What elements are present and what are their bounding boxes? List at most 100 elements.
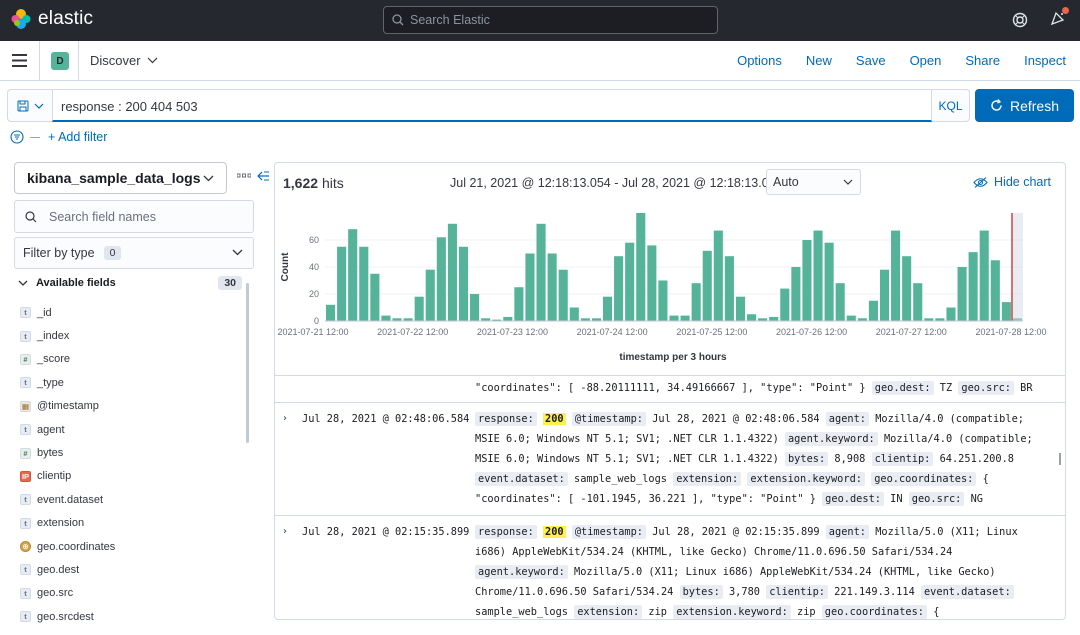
histogram-bar[interactable] [636,213,645,321]
expand-row-icon[interactable]: › [283,526,287,537]
histogram-bar[interactable] [514,287,523,321]
histogram-bar[interactable] [714,231,723,321]
histogram-bar[interactable] [614,256,623,321]
field-item[interactable]: tgeo.srcdest [20,605,240,628]
histogram-bar[interactable] [991,260,1000,321]
histogram-bar[interactable] [459,247,468,321]
histogram-bar[interactable] [337,247,346,321]
menu-icon[interactable] [12,54,27,67]
field-item[interactable]: #_score [20,348,240,371]
histogram-bar[interactable] [692,283,701,321]
new-link[interactable]: New [806,53,832,68]
global-header: elastic Search Elastic [0,0,1080,41]
open-link[interactable]: Open [910,53,942,68]
histogram-bar[interactable] [836,283,845,321]
options-link[interactable]: Options [737,53,782,68]
breadcrumb[interactable]: Discover [90,53,158,68]
elastic-logo[interactable]: elastic [10,8,93,30]
histogram-bar[interactable] [658,281,667,322]
field-item[interactable]: t_index [20,324,240,347]
histogram-bar[interactable] [570,308,579,322]
histogram-bar[interactable] [470,294,479,321]
inspect-link[interactable]: Inspect [1024,53,1066,68]
hide-chart-button[interactable]: Hide chart [973,175,1051,189]
share-link[interactable]: Share [965,53,1000,68]
histogram-chart[interactable]: 02040602021-07-21 12:002021-07-22 12:002… [275,201,1066,371]
histogram-bar[interactable] [847,316,856,321]
histogram-bar[interactable] [969,252,978,321]
histogram-bar[interactable] [891,231,900,321]
save-link[interactable]: Save [856,53,886,68]
histogram-bar[interactable] [415,297,424,321]
field-item[interactable]: #bytes [20,441,240,464]
histogram-bar[interactable] [958,267,967,321]
histogram-bar[interactable] [525,254,534,322]
histogram-bar[interactable] [603,297,612,321]
histogram-bar[interactable] [537,224,546,321]
histogram-bar[interactable] [348,229,357,321]
histogram-bar[interactable] [448,224,457,321]
histogram-bar[interactable] [791,267,800,321]
more-options-icon[interactable] [237,173,251,179]
available-fields-toggle[interactable]: Available fields 30 [18,277,242,289]
histogram-bar[interactable] [359,247,368,321]
filter-options-icon[interactable] [10,130,24,144]
histogram-bar[interactable] [681,316,690,321]
histogram-bar[interactable] [647,245,656,321]
histogram-bar[interactable] [326,305,335,321]
histogram-bar[interactable] [780,289,789,321]
collapse-sidebar-icon[interactable] [257,171,269,181]
histogram-bar[interactable] [381,316,390,321]
saved-query-button[interactable] [7,89,52,122]
interval-select[interactable]: Auto [766,169,861,195]
field-item[interactable]: tgeo.src [20,582,240,605]
histogram-bar[interactable] [703,251,712,321]
field-item[interactable]: ▦@timestamp [20,395,240,418]
news-feed-button[interactable] [1050,10,1066,29]
histogram-bar[interactable] [625,243,634,321]
expand-row-icon[interactable]: › [283,413,287,424]
histogram-bar[interactable] [370,274,379,321]
field-item[interactable]: tagent [20,418,240,441]
index-pattern-select[interactable]: kibana_sample_data_logs [14,162,227,194]
histogram-bar[interactable] [802,240,811,321]
field-name: clientip [37,470,71,482]
filter-by-type-dropdown[interactable]: Filter by type 0 [14,237,254,269]
field-item[interactable]: t_type [20,371,240,394]
histogram-bar[interactable] [548,254,557,322]
sidebar-scrollbar[interactable] [246,283,249,443]
field-search-input[interactable]: Search field names [14,200,254,233]
histogram-bar[interactable] [913,283,922,321]
query-input[interactable]: response : 200 404 503 [52,89,932,122]
histogram-bar[interactable] [769,317,778,321]
histogram-bar[interactable] [1002,302,1011,321]
field-item[interactable]: ⊕geo.coordinates [20,535,240,558]
histogram-bar[interactable] [880,270,889,321]
histogram-bar[interactable] [902,256,911,321]
field-item[interactable]: tevent.dataset [20,488,240,511]
histogram-bar[interactable] [426,270,435,321]
results-scrollbar[interactable] [1059,453,1061,465]
help-icon[interactable] [1012,12,1028,28]
histogram-bar[interactable] [669,316,678,321]
histogram-bar[interactable] [869,301,878,321]
histogram-bar[interactable] [946,308,955,322]
field-item[interactable]: IPclientip [20,465,240,488]
histogram-bar[interactable] [813,231,822,321]
histogram-bar[interactable] [747,314,756,321]
histogram-bar[interactable] [980,231,989,321]
space-avatar[interactable]: D [51,52,69,70]
add-filter-link[interactable]: + Add filter [48,130,107,144]
field-item[interactable]: tgeo.dest [20,558,240,581]
histogram-bar[interactable] [725,256,734,321]
global-search-input[interactable]: Search Elastic [383,6,718,34]
histogram-bar[interactable] [825,243,834,321]
histogram-bar[interactable] [559,270,568,321]
query-language-button[interactable]: KQL [932,89,970,122]
histogram-bar[interactable] [437,237,446,321]
field-item[interactable]: textension [20,512,240,535]
field-item[interactable]: t_id [20,301,240,324]
histogram-bar[interactable] [503,317,512,321]
refresh-button[interactable]: Refresh [975,89,1074,122]
histogram-bar[interactable] [736,297,745,321]
